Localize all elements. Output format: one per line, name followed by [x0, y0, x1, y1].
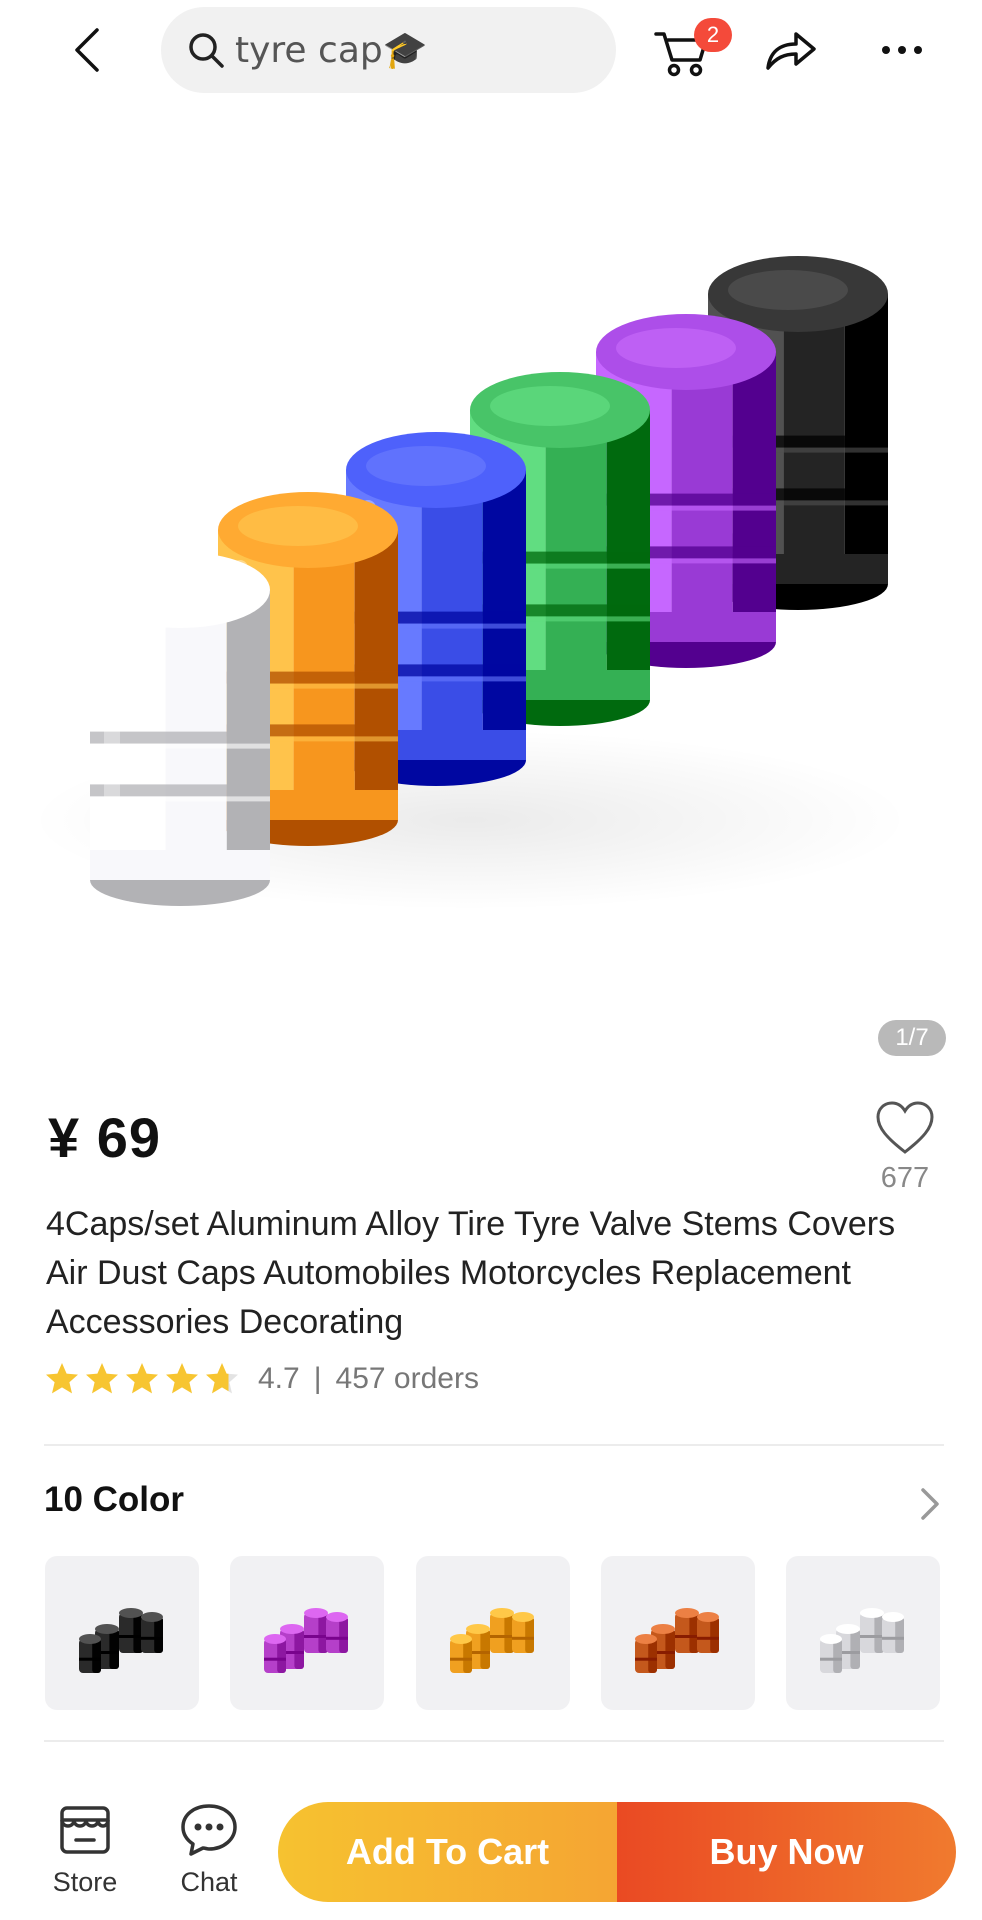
more-options-button[interactable]: [872, 24, 932, 76]
section-divider: [44, 1740, 944, 1742]
color-swatch[interactable]: [45, 1556, 199, 1710]
rating-stars: [44, 1361, 240, 1397]
store-button[interactable]: Store: [40, 1802, 130, 1902]
search-bar[interactable]: tyre cap 🎓: [161, 7, 616, 93]
share-icon: [766, 32, 816, 70]
store-icon: [60, 1806, 110, 1854]
color-swatch-list: [45, 1556, 940, 1710]
valve-cap: [90, 552, 270, 906]
cart-count-badge: 2: [694, 18, 732, 52]
chat-label: Chat: [180, 1867, 238, 1897]
rating-value: 4.7: [258, 1362, 300, 1395]
more-dot-icon: [914, 46, 922, 54]
swatch-thumbnail: [264, 1608, 349, 1673]
rating-row[interactable]: 4.7 | 457 orders: [44, 1358, 479, 1400]
star-icon: [166, 1363, 198, 1394]
orders-count: 457 orders: [335, 1362, 479, 1395]
swatch-thumbnail: [449, 1608, 534, 1673]
color-section-title[interactable]: 10 Color: [44, 1480, 184, 1520]
color-swatch[interactable]: [415, 1556, 570, 1710]
section-divider: [44, 1444, 944, 1446]
more-dot-icon: [898, 46, 906, 54]
star-icon: [46, 1363, 78, 1394]
graduation-cap-emoji: 🎓: [382, 30, 428, 71]
heart-icon: [876, 1101, 934, 1154]
image-page-indicator: 1/7: [878, 1020, 946, 1056]
store-label: Store: [52, 1867, 118, 1897]
rating-separator: |: [313, 1362, 322, 1395]
buy-now-button[interactable]: Buy Now: [617, 1802, 956, 1902]
product-title: 4Caps/set Aluminum Alloy Tire Tyre Valve…: [46, 1205, 896, 1341]
product-price: ¥ 69: [48, 1106, 161, 1169]
bottom-action-bar: Store Chat Add To Cart Buy Now: [0, 1780, 982, 1920]
color-swatch[interactable]: [230, 1556, 385, 1710]
search-query: tyre cap: [235, 29, 383, 71]
search-icon: [187, 30, 227, 70]
swatch-thumbnail: [79, 1608, 163, 1673]
purchase-actions: Add To Cart Buy Now: [278, 1802, 956, 1902]
wishlist-count: 677: [880, 1162, 930, 1194]
chat-bubble-icon: [181, 1804, 237, 1856]
wishlist-button[interactable]: [872, 1100, 938, 1161]
share-button[interactable]: [762, 24, 818, 76]
top-bar: tyre cap 🎓 2: [0, 0, 982, 100]
star-icon: [126, 1363, 158, 1394]
star-icon: [206, 1363, 238, 1394]
swatch-thumbnail: [634, 1608, 719, 1673]
back-arrow-icon: [75, 28, 99, 72]
star-icon: [86, 1363, 118, 1394]
add-to-cart-button[interactable]: Add To Cart: [278, 1802, 617, 1902]
back-button[interactable]: [62, 22, 110, 78]
product-image: [30, 256, 910, 910]
product-image-gallery[interactable]: [0, 100, 982, 1090]
color-swatch[interactable]: [600, 1556, 755, 1710]
chat-button[interactable]: Chat: [164, 1802, 254, 1902]
color-section-chevron[interactable]: [918, 1484, 948, 1524]
chevron-right-icon: [921, 1488, 939, 1520]
swatch-thumbnail: [820, 1608, 904, 1673]
more-dot-icon: [882, 46, 890, 54]
color-swatch[interactable]: [786, 1556, 940, 1710]
